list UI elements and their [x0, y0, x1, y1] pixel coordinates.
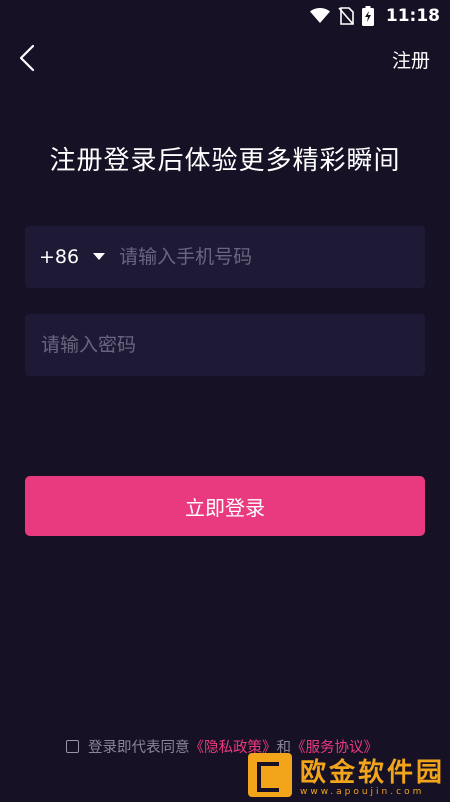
agreement-checkbox[interactable] [66, 740, 79, 753]
status-time: 11:18 [385, 6, 440, 26]
no-sim-icon [338, 7, 354, 25]
watermark-url: www.apoujin.com [300, 787, 425, 797]
agreement-prefix: 登录即代表同意 [88, 740, 190, 756]
phone-field: +86 [25, 225, 425, 289]
back-button[interactable] [12, 42, 42, 78]
country-code-label: +86 [39, 246, 80, 268]
phone-input[interactable] [117, 225, 425, 289]
nav-bar: 注册 [0, 36, 450, 84]
login-button[interactable]: 立即登录 [25, 476, 425, 536]
battery-charging-icon [361, 6, 374, 26]
country-code-select[interactable]: +86 [39, 246, 106, 268]
wifi-icon [309, 8, 330, 24]
watermark: 欧金软件园 www.apoujin.com [248, 752, 445, 797]
caret-down-icon [93, 253, 106, 261]
password-input[interactable] [39, 313, 425, 377]
status-bar: 11:18 [0, 0, 450, 32]
watermark-logo-icon [248, 752, 292, 797]
watermark-title: 欧金软件园 [300, 758, 446, 788]
page-title: 注册登录后体验更多精彩瞬间 [49, 146, 401, 176]
register-link[interactable]: 注册 [392, 46, 430, 73]
password-field [25, 313, 425, 377]
chevron-left-icon [19, 44, 35, 76]
